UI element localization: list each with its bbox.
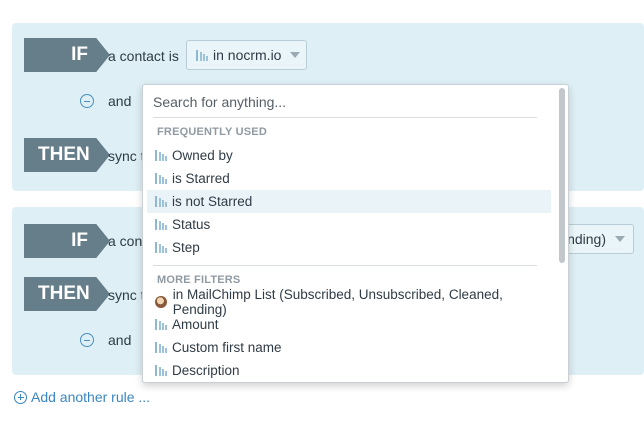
plus-circle-icon bbox=[14, 390, 27, 404]
nocrm-icon bbox=[155, 219, 167, 230]
nocrm-icon bbox=[155, 342, 167, 353]
item-label: Step bbox=[172, 240, 200, 255]
then-text: sync t bbox=[108, 148, 145, 164]
nocrm-icon bbox=[196, 49, 208, 61]
list-item-description[interactable]: Description bbox=[147, 359, 551, 382]
chevron-down-icon bbox=[615, 236, 625, 242]
nocrm-icon bbox=[155, 196, 167, 207]
if-tag: IF bbox=[24, 38, 110, 72]
section-title-frequently-used: FREQUENTLY USED bbox=[157, 126, 267, 138]
condition-select[interactable]: in nocrm.io bbox=[186, 40, 307, 70]
list-item-custom-first-name[interactable]: Custom first name bbox=[147, 336, 551, 359]
scrollbar[interactable] bbox=[559, 88, 565, 263]
nocrm-icon bbox=[155, 150, 167, 161]
list-item-step[interactable]: Step bbox=[147, 236, 551, 259]
item-label: is Starred bbox=[172, 171, 230, 186]
if-text: a con bbox=[108, 233, 143, 249]
section-title-more-filters: MORE FILTERS bbox=[157, 274, 241, 286]
condition-value: in nocrm.io bbox=[213, 47, 282, 63]
then-tag: THEN bbox=[24, 138, 110, 172]
list-item-is-not-starred[interactable]: is not Starred bbox=[147, 190, 551, 213]
filter-dropdown: FREQUENTLY USED Owned by is Starred is n… bbox=[142, 84, 569, 383]
if-tag: IF bbox=[24, 224, 110, 258]
remove-condition-icon[interactable] bbox=[80, 94, 94, 108]
and-label: and bbox=[108, 93, 132, 109]
item-label: Description bbox=[172, 363, 240, 378]
nocrm-icon bbox=[155, 173, 167, 184]
list-item-mailchimp-list[interactable]: in MailChimp List (Subscribed, Unsubscri… bbox=[147, 287, 551, 317]
nocrm-icon bbox=[155, 365, 167, 376]
item-label: Status bbox=[172, 217, 211, 232]
remove-condition-icon[interactable] bbox=[80, 333, 94, 347]
list-item-owned-by[interactable]: Owned by bbox=[147, 144, 551, 167]
item-label: Owned by bbox=[172, 148, 233, 163]
add-rule-label: Add another rule ... bbox=[31, 389, 151, 405]
item-label: Amount bbox=[172, 317, 219, 332]
list-item-amount[interactable]: Amount bbox=[147, 313, 551, 336]
search-input[interactable] bbox=[153, 91, 538, 113]
nocrm-icon bbox=[155, 242, 167, 253]
item-label: in MailChimp List (Subscribed, Unsubscri… bbox=[172, 286, 503, 317]
list-item-status[interactable]: Status bbox=[147, 213, 551, 236]
list-item-is-starred[interactable]: is Starred bbox=[147, 167, 551, 190]
chevron-down-icon bbox=[290, 52, 301, 58]
divider bbox=[153, 265, 537, 266]
divider bbox=[153, 117, 537, 118]
add-rule-link[interactable]: Add another rule ... bbox=[14, 389, 150, 405]
then-tag: THEN bbox=[24, 277, 110, 311]
item-label: is not Starred bbox=[172, 194, 253, 209]
then-text: sync t bbox=[108, 287, 145, 303]
mailchimp-icon bbox=[155, 295, 167, 308]
item-label: Custom first name bbox=[172, 340, 282, 355]
if-text: a contact is bbox=[108, 48, 179, 64]
nocrm-icon bbox=[155, 319, 167, 330]
and-label: and bbox=[108, 332, 132, 348]
